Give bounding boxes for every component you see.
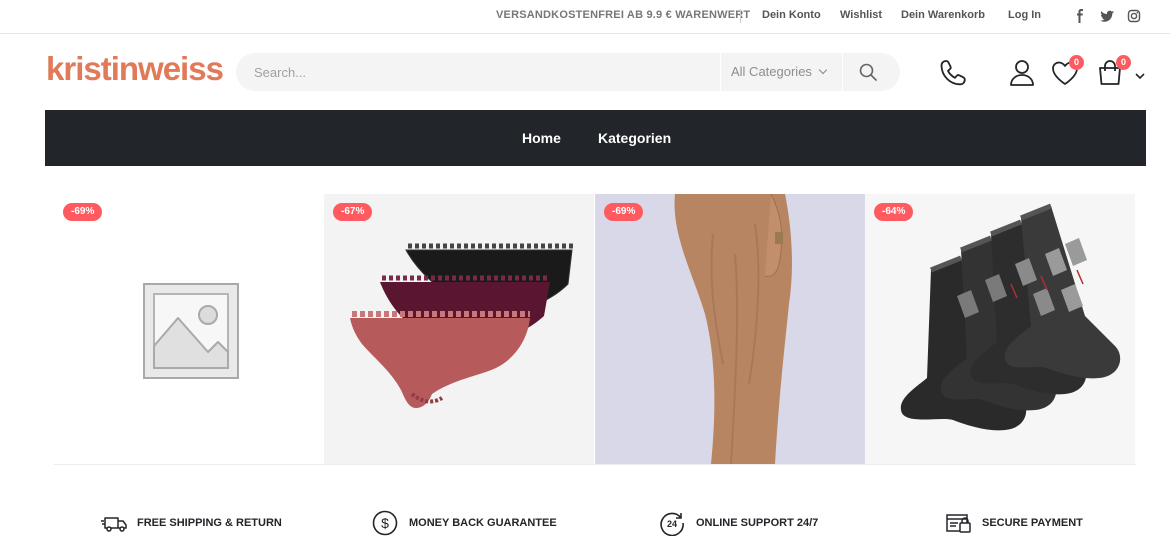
- payment-icon: [946, 514, 971, 533]
- feature-label: FREE SHIPPING & RETURN: [137, 517, 282, 529]
- product-image-argyle-socks: [900, 203, 1121, 431]
- search-icon[interactable]: [858, 62, 878, 82]
- discount-badge: -69%: [63, 203, 103, 221]
- feature-label: SECURE PAYMENT: [982, 517, 1083, 529]
- placeholder-image: [143, 283, 239, 379]
- login-link[interactable]: Log In: [1008, 9, 1041, 21]
- main-navigation: Home Kategorien: [45, 110, 1146, 166]
- chevron-down-icon: [818, 65, 828, 75]
- category-select[interactable]: All Categories: [731, 64, 812, 79]
- support-24-icon: 24: [660, 512, 684, 536]
- facebook-icon[interactable]: [1072, 8, 1088, 24]
- product-card[interactable]: -69%: [595, 194, 865, 464]
- topbar-divider: [740, 9, 741, 23]
- account-link[interactable]: Dein Konto: [762, 9, 821, 21]
- cart-link[interactable]: Dein Warenkorb: [901, 9, 985, 21]
- discount-badge: -64%: [874, 203, 914, 221]
- nav-item-kategorien[interactable]: Kategorien: [598, 130, 671, 146]
- truck-icon: [101, 517, 127, 532]
- instagram-icon[interactable]: [1126, 8, 1142, 24]
- phone-icon[interactable]: [938, 58, 968, 93]
- nav-item-home[interactable]: Home: [522, 130, 561, 146]
- product-card[interactable]: -64%: [865, 194, 1135, 464]
- shipping-promo: VERSANDKOSTENFREI AB 9.9 € WARENWERT: [496, 9, 751, 21]
- cart-count-badge: 0: [1116, 55, 1131, 70]
- product-image-briefs: [350, 243, 574, 408]
- discount-badge: -67%: [333, 203, 373, 221]
- site-logo[interactable]: kristinweiss: [46, 50, 246, 88]
- user-icon[interactable]: [1008, 58, 1036, 93]
- search-divider: [842, 53, 843, 91]
- wishlist-link[interactable]: Wishlist: [840, 9, 882, 21]
- products-divider: [54, 464, 1136, 465]
- twitter-icon[interactable]: [1099, 8, 1115, 24]
- product-card[interactable]: -67%: [324, 194, 594, 464]
- feature-label: ONLINE SUPPORT 24/7: [696, 517, 819, 529]
- product-card[interactable]: -69%: [54, 194, 324, 464]
- dollar-icon: $: [372, 510, 398, 536]
- search-bar: All Categories: [236, 53, 900, 91]
- svg-text:$: $: [381, 515, 389, 531]
- product-image-knit-pants: [595, 194, 865, 464]
- discount-badge: -69%: [604, 203, 644, 221]
- wishlist-count-badge: 0: [1069, 55, 1084, 70]
- top-bar: VERSANDKOSTENFREI AB 9.9 € WARENWERT Dei…: [0, 0, 1170, 34]
- search-divider: [720, 53, 721, 91]
- search-input[interactable]: [254, 53, 714, 91]
- chevron-down-icon[interactable]: [1135, 67, 1145, 85]
- feature-label: MONEY BACK GUARANTEE: [409, 517, 557, 529]
- svg-text:24: 24: [667, 519, 677, 529]
